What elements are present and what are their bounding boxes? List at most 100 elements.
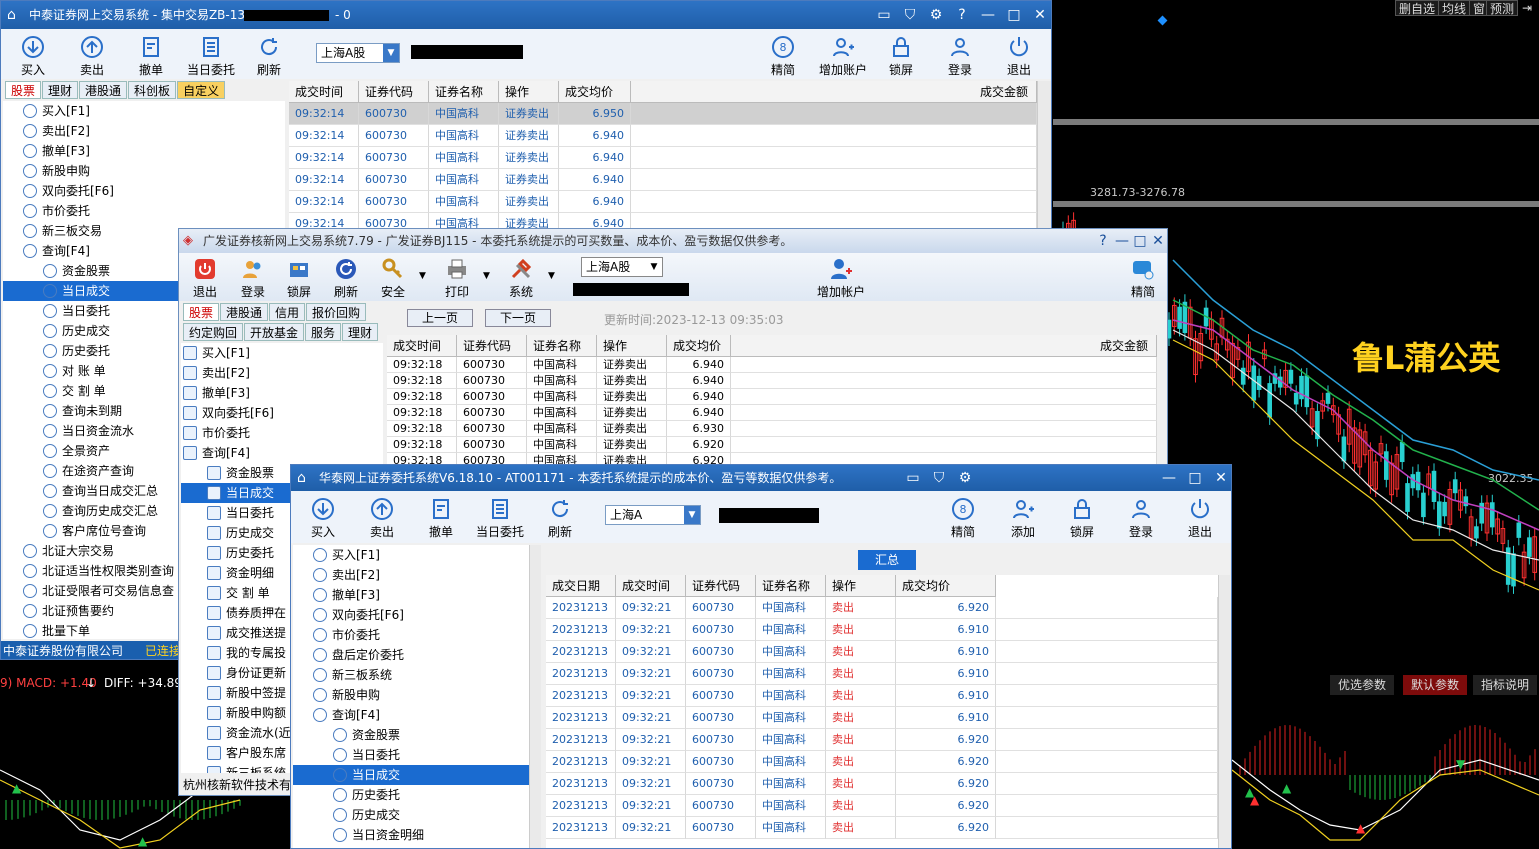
add-account-button[interactable]: 添加 (1003, 497, 1043, 540)
tree-item[interactable]: 新股申购 (3, 161, 285, 181)
market-select[interactable]: 上海A股 ▼ (581, 257, 663, 277)
column-header[interactable]: 操作 (597, 335, 667, 357)
tree-item[interactable]: 历史委托 (293, 785, 529, 805)
security-button[interactable]: 安全 (373, 257, 413, 300)
skin-icon[interactable]: ⛉ (898, 1, 922, 29)
today-orders-button[interactable]: 当日委托 (182, 35, 240, 78)
column-header[interactable]: 成交时间 (289, 81, 359, 103)
prev-page-button[interactable]: 上一页 (407, 309, 473, 327)
tab-hk-connect[interactable]: 港股通 (79, 81, 128, 99)
tree-item[interactable]: 市价委托 (181, 423, 383, 443)
help-icon[interactable]: ? (1094, 229, 1112, 253)
add-account-button[interactable]: 增加账户 (816, 35, 870, 78)
simplify-button[interactable]: 8 精简 (943, 497, 983, 540)
lock-screen-button[interactable]: 锁屏 (881, 35, 921, 78)
exit-icon[interactable]: ⇥ (1522, 1, 1532, 15)
vertical-scrollbar[interactable] (1218, 575, 1230, 848)
tree-item[interactable]: 新三板系统 (293, 665, 529, 685)
buy-button[interactable]: 买入 (303, 497, 343, 540)
tab-hk-connect[interactable]: 港股通 (220, 303, 269, 321)
column-header[interactable]: 成交时间 (616, 575, 686, 597)
chevron-down-icon[interactable]: ▼ (483, 271, 490, 281)
summary-button[interactable]: 汇总 (858, 550, 916, 570)
close-icon[interactable]: ✕ (1028, 1, 1051, 29)
tab-wealth[interactable]: 理财 (342, 323, 379, 341)
column-header[interactable]: 证券代码 (686, 575, 756, 597)
chevron-down-icon[interactable]: ▼ (419, 271, 426, 281)
tree-item[interactable]: 卖出[F2] (293, 565, 529, 585)
column-header[interactable]: 证券名称 (429, 81, 499, 103)
default-params-button[interactable]: 默认参数 (1403, 675, 1468, 695)
simplify-button[interactable]: 8 精简 (763, 35, 803, 78)
tree-item[interactable]: 历史资金明细 (293, 845, 529, 848)
tab-open-fund[interactable]: 开放基金 (244, 323, 305, 341)
forecast-button[interactable]: 预测 (1486, 0, 1519, 16)
tree-item[interactable]: 买入[F1] (293, 545, 529, 565)
refresh-button[interactable]: 刷新 (540, 497, 580, 540)
simplify-button[interactable]: 精简 (1123, 257, 1163, 300)
market-select[interactable]: 上海A ▼ (605, 505, 701, 525)
close-icon[interactable]: ✕ (1149, 229, 1167, 253)
message-icon[interactable]: ▭ (872, 1, 896, 29)
column-header[interactable]: 操作 (826, 575, 896, 597)
tree-item[interactable]: 查询[F4] (293, 705, 529, 725)
tab-wealth[interactable]: 理财 (42, 81, 79, 99)
maximize-icon[interactable]: □ (1002, 1, 1026, 29)
lock-screen-button[interactable]: 锁屏 (1062, 497, 1102, 540)
tree-item[interactable]: 当日资金明细 (293, 825, 529, 845)
tree-item[interactable]: 历史成交 (293, 805, 529, 825)
tab-quote-repo[interactable]: 报价回购 (306, 303, 367, 321)
add-account-button[interactable]: 增加帐户 (813, 257, 869, 300)
lock-screen-button[interactable]: 锁屏 (279, 257, 319, 300)
minimize-icon[interactable]: — (976, 1, 1000, 29)
tree-item[interactable]: 双向委托[F6] (181, 403, 383, 423)
tree-item[interactable]: 新股申购 (293, 685, 529, 705)
tab-star-market[interactable]: 科创板 (128, 81, 177, 99)
column-header[interactable]: 成交时间 (387, 335, 457, 357)
column-header[interactable]: 成交均价 (559, 81, 631, 103)
message-icon[interactable]: ▭ (901, 465, 925, 491)
chevron-down-icon[interactable]: ▼ (548, 271, 555, 281)
title-bar[interactable]: ⌂ 中泰证券网上交易系统 - 集中交易ZB-13 - 0 ▭ ⛉ ⚙ ? — □… (1, 1, 1051, 29)
column-header[interactable]: 操作 (499, 81, 559, 103)
column-header[interactable]: 成交金额 (631, 81, 1037, 103)
tab-agreed-repo[interactable]: 约定购回 (183, 323, 244, 341)
exit-button[interactable]: 退出 (1180, 497, 1220, 540)
exit-button[interactable]: 退出 (999, 35, 1039, 78)
column-header[interactable]: 成交均价 (896, 575, 996, 597)
tree-item[interactable]: 卖出[F2] (3, 121, 285, 141)
title-bar[interactable]: ◈ 广发证券核新网上交易系统7.79 - 广发证券BJ115 - 本委托系统提示… (179, 229, 1167, 253)
tree-item[interactable]: 市价委托 (293, 625, 529, 645)
column-header[interactable]: 成交金额 (731, 335, 1157, 357)
print-button[interactable]: 打印 (437, 257, 477, 300)
tree-item[interactable]: 当日委托 (293, 745, 529, 765)
tree-item[interactable]: 当日成交 (293, 765, 529, 785)
tree-item[interactable]: 双向委托[F6] (293, 605, 529, 625)
today-orders-button[interactable]: 当日委托 (471, 497, 529, 540)
tab-stocks[interactable]: 股票 (183, 303, 220, 321)
column-header[interactable]: 证券代码 (359, 81, 429, 103)
refresh-button[interactable]: 刷新 (326, 257, 366, 300)
tab-credit[interactable]: 信用 (269, 303, 306, 321)
buy-button[interactable]: 买入 (13, 35, 53, 78)
tree-item[interactable]: 资金股票 (293, 725, 529, 745)
market-select[interactable]: 上海A股 ▼ (316, 43, 400, 63)
tree-item[interactable]: 双向委托[F6] (3, 181, 285, 201)
column-header[interactable]: 成交日期 (546, 575, 616, 597)
ma-button[interactable]: 均线 (1438, 0, 1471, 16)
delete-watchlist-button[interactable]: 删自选 (1395, 0, 1440, 16)
tree-item[interactable]: 买入[F1] (181, 343, 383, 363)
maximize-icon[interactable]: □ (1131, 229, 1149, 253)
tree-item[interactable]: 查询[F4] (181, 443, 383, 463)
tree-item[interactable]: 盘后定价委托 (293, 645, 529, 665)
optimal-params-button[interactable]: 优选参数 (1330, 675, 1395, 695)
login-button[interactable]: 登录 (940, 35, 980, 78)
minimize-icon[interactable]: — (1113, 229, 1131, 253)
close-icon[interactable]: ✕ (1209, 465, 1231, 491)
minimize-icon[interactable]: — (1157, 465, 1181, 491)
tree-item[interactable]: 撤单[F3] (293, 585, 529, 605)
tree-item[interactable]: 撤单[F3] (181, 383, 383, 403)
tree-scrollbar[interactable] (529, 545, 541, 848)
login-button[interactable]: 登录 (233, 257, 273, 300)
tree-item[interactable]: 买入[F1] (3, 101, 285, 121)
